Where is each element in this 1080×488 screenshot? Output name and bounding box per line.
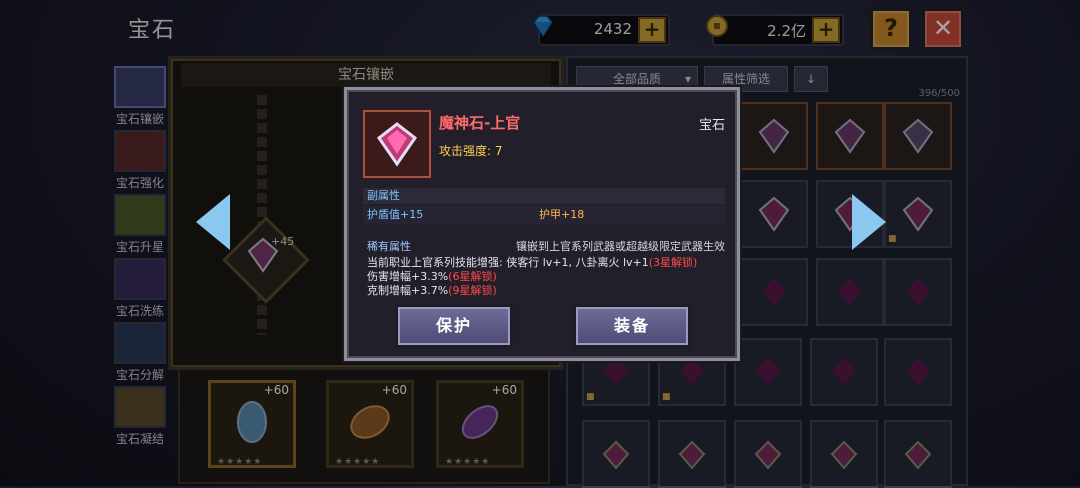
gem-attack: 攻击强度: 7	[439, 144, 503, 158]
gem-name: 魔神石-上官	[439, 114, 521, 132]
next-arrow-icon[interactable]	[852, 194, 886, 250]
gem-detail-popup: 魔神石-上官 宝石 攻击强度: 7 副属性 护盾值+15 护甲+18 稀有属性 …	[344, 87, 740, 361]
sub-attr-armor: 护甲+18	[539, 208, 585, 221]
sub-attr-header: 副属性	[363, 188, 725, 204]
equip-button[interactable]: 装备	[573, 304, 691, 348]
gem-type: 宝石	[698, 118, 725, 133]
rare-attr-line: 克制增幅+3.7%(9星解锁)	[367, 282, 497, 298]
sub-attr-row: 护盾值+15 护甲+18	[363, 206, 725, 224]
sub-attr-shield: 护盾值+15	[367, 208, 424, 221]
rare-attr-text: 克制增幅+3.7%	[367, 284, 449, 297]
gem-portrait	[363, 110, 431, 178]
unlock-requirement: (9星解锁)	[448, 284, 497, 297]
unlock-requirement: (3星解锁)	[648, 256, 698, 269]
prev-arrow-icon[interactable]	[196, 194, 230, 250]
rare-attr-note: 镶嵌到上官系列武器或超越级限定武器生效	[516, 240, 725, 253]
protect-button[interactable]: 保护	[395, 304, 513, 348]
demon-gem-icon	[376, 122, 418, 167]
